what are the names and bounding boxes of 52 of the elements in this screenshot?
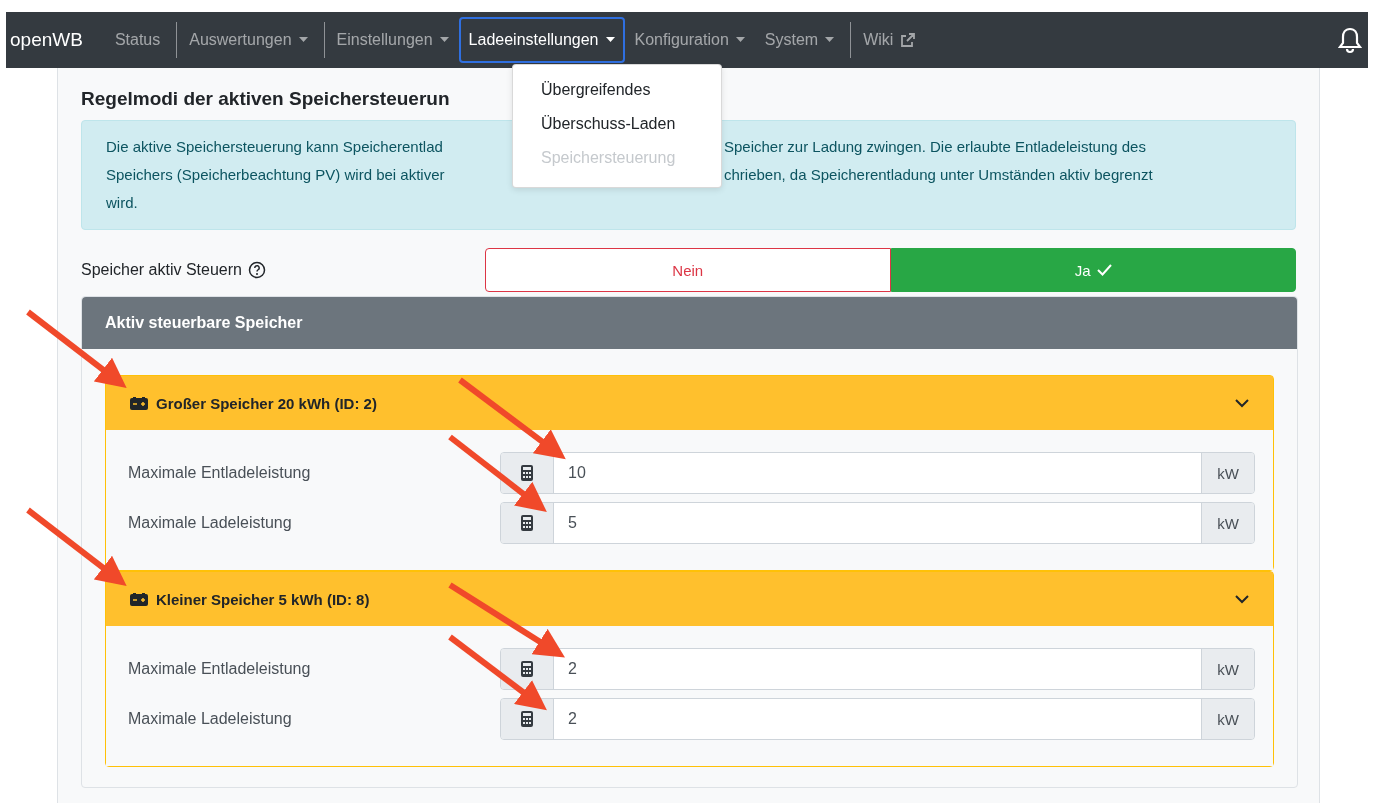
unit-label: kW [1202,699,1254,739]
unit-label: kW [1202,649,1254,689]
external-link-icon [900,32,916,48]
info-text: Speicher zur Ladung zwingen. Die erlaubte Entladeleistung des [724,137,1147,157]
field-label: Maximale Entladeleistung [128,660,312,678]
menu-item[interactable]: Überschuss-Laden [513,107,721,141]
menu-item[interactable]: Übergreifendes [513,73,721,107]
check-icon [1096,264,1112,276]
caret-icon [825,37,835,43]
input-field[interactable]: 10 [553,453,1202,493]
storage-title: Großer Speicher 20 kWh (ID: 2) [156,394,377,412]
nav-item[interactable]: System [754,20,854,60]
unit-label: kW [1202,453,1254,493]
nav-item[interactable]: Wiki [853,29,926,51]
toggle-option[interactable]: Nein [485,248,891,292]
caret-icon [439,37,449,43]
calculator-icon [521,711,533,727]
storage-title: Kleiner Speicher 5 kWh (ID: 8) [156,590,370,608]
caret-icon [605,37,615,43]
nav-item[interactable]: Einstellungen [326,29,459,51]
section-title: Regelmodi der aktiven Speichersteuerun [81,88,450,110]
brand[interactable]: openWB [10,29,83,51]
chevron-icon [1235,398,1249,408]
field-label: Maximale Entladeleistung [128,464,312,482]
caret-icon [298,37,308,43]
calculator-icon [521,515,533,531]
info-text: wird. [106,193,139,213]
input-field[interactable]: 2 [553,699,1202,739]
info-text: Die aktive Speichersteuerung kann Speicherentlad [106,137,444,157]
caret-icon [735,37,745,43]
calculator-icon [521,661,533,677]
nav-item[interactable]: Konfiguration [624,29,755,51]
field-label: Maximale Ladeleistung [128,514,293,532]
battery-icon [130,396,148,410]
nav-item[interactable]: Ladeeinstellungen [458,17,625,63]
help-icon[interactable] [248,261,266,279]
field-label: Maximale Ladeleistung [128,710,293,728]
info-text: Speichers (Speicherbeachtung PV) wird bei aktiver [106,165,446,185]
calculator-icon [521,465,533,481]
info-text: chrieben, da Speicherentladung unter Umständen aktiv begrenzt [724,165,1154,185]
chevron-icon [1235,594,1249,604]
storage-header[interactable]: Kleiner Speicher 5 kWh (ID: 8) [106,572,1273,626]
input-field[interactable]: 2 [553,649,1202,689]
nav-item[interactable]: Status [104,20,180,60]
bell-icon[interactable] [1338,26,1362,54]
input-field[interactable]: 5 [553,503,1202,543]
storage-header[interactable]: Großer Speicher 20 kWh (ID: 2) [106,376,1273,430]
battery-icon [130,592,148,606]
unit-label: kW [1202,503,1254,543]
panel-title: Aktiv steuerbare Speicher [105,314,303,332]
setting-label: Speicher aktiv Steuern [81,261,242,279]
nav-item[interactable]: Auswertungen [179,20,327,60]
